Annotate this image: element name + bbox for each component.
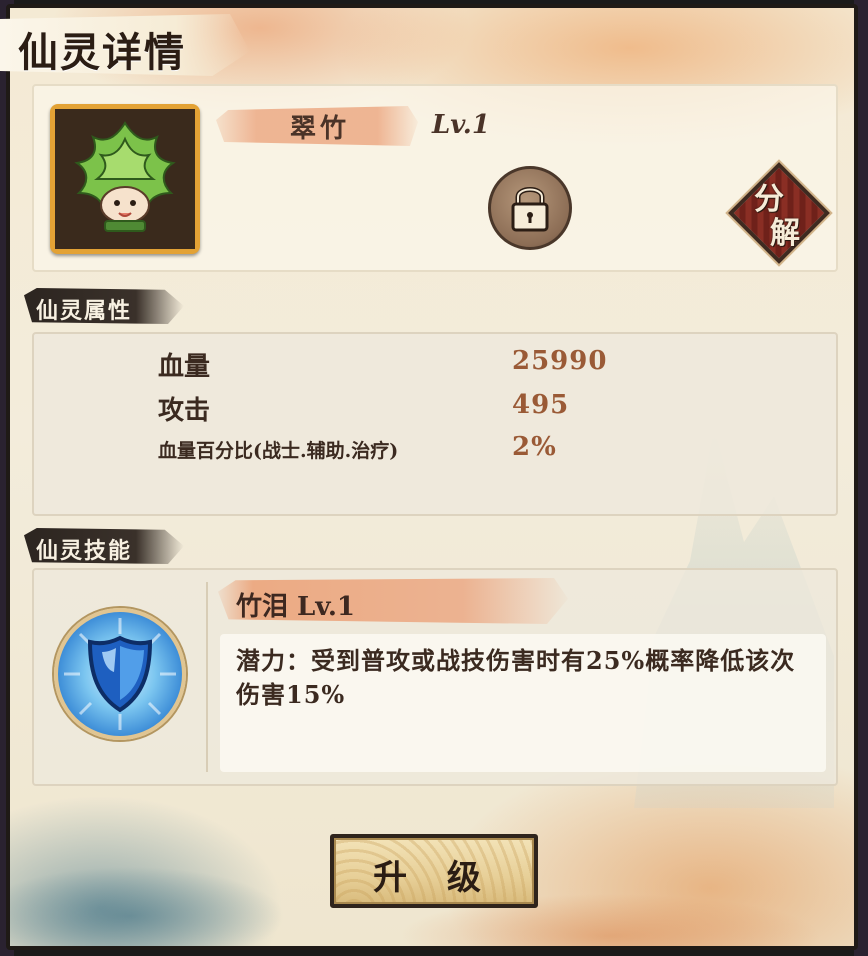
upgrade-button-label: 升 级: [373, 858, 495, 898]
attr-label-attack: 攻击: [158, 396, 211, 426]
skill-title: 竹泪 Lv.1: [236, 592, 355, 622]
spirit-avatar[interactable]: [50, 104, 200, 254]
attr-label-hp-percent: 血量百分比(战士.辅助.治疗): [158, 440, 399, 462]
attributes-header: 仙灵属性: [36, 298, 133, 324]
skills-header: 仙灵技能: [36, 538, 133, 564]
lock-button[interactable]: [488, 166, 572, 250]
attr-value-attack: 495: [512, 390, 570, 420]
lock-icon: [511, 187, 549, 232]
attributes-panel: [32, 332, 838, 516]
skill-description: 潜力：受到普攻或战技伤害时有25%概率降低该次伤害15%: [236, 646, 796, 709]
skill-icon[interactable]: [54, 608, 186, 740]
attr-value-hp-percent: 2%: [512, 432, 557, 462]
decompose-label-2: 解: [770, 216, 800, 251]
attr-label-hp: 血量: [158, 352, 211, 382]
blue-shield-icon: [64, 618, 176, 730]
dialog-title: 仙灵详情: [18, 29, 186, 76]
upgrade-button[interactable]: 升 级: [330, 834, 538, 908]
spirit-name: 翠竹: [290, 114, 351, 144]
attr-value-hp: 25990: [512, 346, 608, 376]
leaf-spirit-avatar-icon: [55, 109, 195, 249]
spirit-level: Lv.1: [432, 110, 490, 140]
decompose-button[interactable]: 分 解: [728, 162, 830, 264]
skill-divider: [206, 582, 208, 772]
